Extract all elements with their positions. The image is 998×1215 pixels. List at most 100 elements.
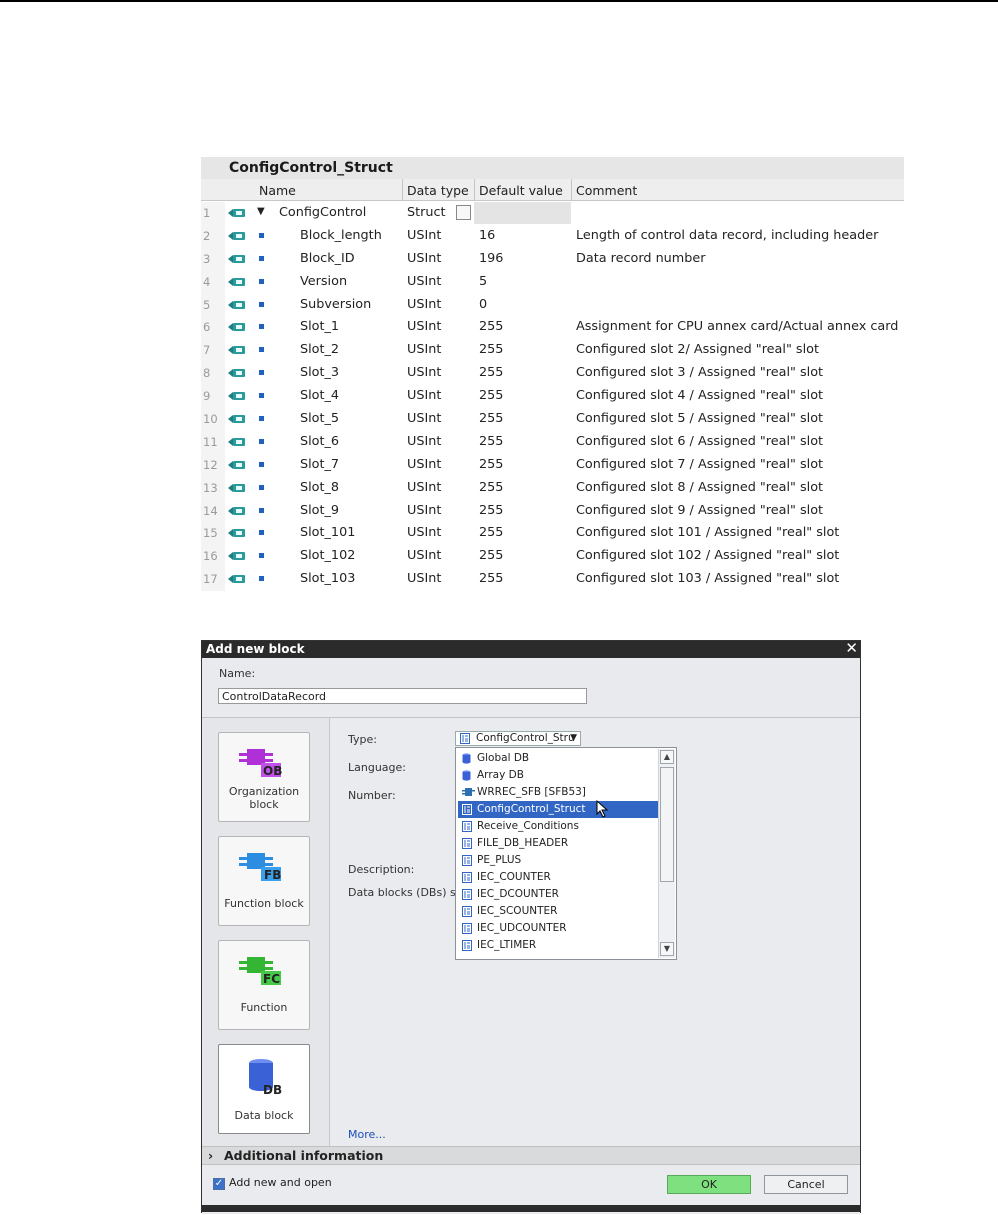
cell-default-value[interactable]: 255 xyxy=(479,525,503,540)
dropdown-item[interactable]: ConfigControl_Struct xyxy=(458,801,660,818)
dropdown-scrollbar[interactable]: ▲ ▼ xyxy=(658,749,675,958)
more-link[interactable]: More... xyxy=(348,1128,386,1141)
cancel-button[interactable]: Cancel xyxy=(764,1175,848,1194)
name-input[interactable]: ControlDataRecord xyxy=(218,688,587,704)
dropdown-item[interactable]: Receive_Conditions xyxy=(458,818,660,835)
table-row[interactable]: 1 ▼ ConfigControl Struct xyxy=(201,202,904,225)
dropdown-item[interactable]: IEC_COUNTER xyxy=(458,869,660,886)
cell-name[interactable]: Slot_8 xyxy=(300,480,339,495)
table-row[interactable]: 16 Slot_102 USInt 255 Configured slot 102 / … xyxy=(201,545,904,569)
scroll-down-icon[interactable]: ▼ xyxy=(660,942,674,956)
cell-data-type[interactable]: USInt xyxy=(407,228,441,243)
cell-comment[interactable]: Configured slot 103 / Assigned "real" sl… xyxy=(576,571,839,586)
cell-default-value[interactable]: 255 xyxy=(479,342,503,357)
dropdown-item[interactable]: WRREC_SFB [SFB53] xyxy=(458,784,660,801)
cell-default-value[interactable]: 255 xyxy=(479,457,503,472)
cell-comment[interactable]: Configured slot 2/ Assigned "real" slot xyxy=(576,342,819,357)
cell-name[interactable]: Slot_101 xyxy=(300,525,355,540)
function-block-button[interactable]: FB Function block xyxy=(218,836,310,926)
cell-comment[interactable]: Configured slot 3 / Assigned "real" slot xyxy=(576,365,823,380)
cell-data-type[interactable]: USInt xyxy=(407,319,441,334)
cell-data-type[interactable]: USInt xyxy=(407,480,441,495)
table-row[interactable]: 5 Subversion USInt 0 xyxy=(201,293,904,317)
data-block-button[interactable]: DB Data block xyxy=(218,1044,310,1134)
cell-name[interactable]: Slot_9 xyxy=(300,503,339,518)
cell-data-type[interactable]: Struct xyxy=(407,205,446,220)
table-row[interactable]: 4 Version USInt 5 xyxy=(201,270,904,294)
cell-default-value[interactable]: 255 xyxy=(479,319,503,334)
table-row[interactable]: 10 Slot_5 USInt 255 Configured slot 5 / Assi… xyxy=(201,408,904,431)
table-row[interactable]: 2 Block_length USInt 16 Length of control da… xyxy=(201,224,904,248)
cell-comment[interactable]: Configured slot 101 / Assigned "real" sl… xyxy=(576,525,839,540)
cell-comment[interactable]: Configured slot 7 / Assigned "real" slot xyxy=(576,457,823,472)
cell-data-type[interactable]: USInt xyxy=(407,457,441,472)
cell-comment[interactable]: Configured slot 8 / Assigned "real" slot xyxy=(576,480,823,495)
cell-default-value[interactable]: 16 xyxy=(479,228,495,243)
cell-comment[interactable]: Length of control data record, including… xyxy=(576,228,878,243)
cell-comment[interactable]: Configured slot 6 / Assigned "real" slot xyxy=(576,434,823,449)
cell-data-type[interactable]: USInt xyxy=(407,525,441,540)
table-row[interactable]: 7 Slot_2 USInt 255 Configured slot 2/ Assign… xyxy=(201,339,904,363)
cell-name[interactable]: Slot_6 xyxy=(300,434,339,449)
cell-default-value[interactable]: 255 xyxy=(479,388,503,403)
cell-comment[interactable]: Configured slot 102 / Assigned "real" sl… xyxy=(576,548,839,563)
table-row[interactable]: 11 Slot_6 USInt 255 Configured slot 6 / Assi… xyxy=(201,430,904,454)
dropdown-item[interactable]: IEC_LTIMER xyxy=(458,937,660,954)
cell-comment[interactable]: Configured slot 4 / Assigned "real" slot xyxy=(576,388,823,403)
cell-data-type[interactable]: USInt xyxy=(407,297,441,312)
add-and-open-checkbox[interactable]: ✓ xyxy=(213,1178,225,1190)
cell-data-type[interactable]: USInt xyxy=(407,388,441,403)
cell-data-type[interactable]: USInt xyxy=(407,434,441,449)
organization-block-button[interactable]: OB Organization block xyxy=(218,732,310,822)
cell-name[interactable]: Slot_3 xyxy=(300,365,339,380)
table-row[interactable]: 9 Slot_4 USInt 255 Configured slot 4 / Assig… xyxy=(201,385,904,409)
cell-default-value[interactable]: 255 xyxy=(479,503,503,518)
cell-name[interactable]: Block_ID xyxy=(300,251,355,266)
function-button[interactable]: FC Function xyxy=(218,940,310,1030)
close-icon[interactable]: ✕ xyxy=(845,640,858,657)
cell-name[interactable]: Slot_1 xyxy=(300,319,339,334)
cell-data-type[interactable]: USInt xyxy=(407,251,441,266)
cell-comment[interactable]: Configured slot 5 / Assigned "real" slot xyxy=(576,411,823,426)
cell-default-value[interactable]: 0 xyxy=(479,297,487,312)
col-name[interactable]: Name xyxy=(259,183,296,198)
cell-name[interactable]: Version xyxy=(300,274,347,289)
col-default-value[interactable]: Default value xyxy=(479,183,563,198)
ok-button[interactable]: OK xyxy=(667,1175,751,1194)
cell-default-value[interactable]: 196 xyxy=(479,251,503,266)
additional-information-toggle[interactable]: › Additional information xyxy=(202,1146,860,1165)
col-comment[interactable]: Comment xyxy=(576,183,637,198)
cell-default-value[interactable]: 255 xyxy=(479,365,503,380)
collapse-arrow-icon[interactable]: ▼ xyxy=(257,206,265,217)
cell-name[interactable]: Slot_102 xyxy=(300,548,355,563)
cell-default-value[interactable]: 255 xyxy=(479,434,503,449)
dropdown-item[interactable]: IEC_DCOUNTER xyxy=(458,886,660,903)
table-row[interactable]: 13 Slot_8 USInt 255 Configured slot 8 / Assi… xyxy=(201,476,904,500)
cell-default-value[interactable]: 5 xyxy=(479,274,487,289)
cell-default-value[interactable]: 255 xyxy=(479,480,503,495)
dropdown-item[interactable]: Array DB xyxy=(458,767,660,784)
cell-data-type[interactable]: USInt xyxy=(407,503,441,518)
cell-data-type[interactable]: USInt xyxy=(407,274,441,289)
cell-name[interactable]: Slot_2 xyxy=(300,342,339,357)
table-row[interactable]: 14 Slot_9 USInt 255 Configured slot 9 / Assi… xyxy=(201,499,904,523)
table-row[interactable]: 3 Block_ID USInt 196 Data record number xyxy=(201,247,904,271)
cell-name[interactable]: Slot_7 xyxy=(300,457,339,472)
table-row[interactable]: 12 Slot_7 USInt 255 Configured slot 7 / Assi… xyxy=(201,453,904,477)
cell-data-type[interactable]: USInt xyxy=(407,365,441,380)
scroll-thumb[interactable] xyxy=(660,767,674,882)
cell-comment[interactable]: Configured slot 9 / Assigned "real" slot xyxy=(576,503,823,518)
table-row[interactable]: 6 Slot_1 USInt 255 Assignment for CPU annex … xyxy=(201,316,904,340)
dropdown-item[interactable]: PE_PLUS xyxy=(458,852,660,869)
cell-name[interactable]: Slot_5 xyxy=(300,411,339,426)
table-row[interactable]: 8 Slot_3 USInt 255 Configured slot 3 / Assig… xyxy=(201,362,904,386)
cell-default-value[interactable]: 255 xyxy=(479,411,503,426)
type-select[interactable]: ConfigControl_Stru ▼ xyxy=(455,731,581,746)
cell-name[interactable]: Slot_4 xyxy=(300,388,339,403)
col-data-type[interactable]: Data type xyxy=(407,183,469,198)
cell-data-type[interactable]: USInt xyxy=(407,571,441,586)
table-row[interactable]: 15 Slot_101 USInt 255 Configured slot 101 / … xyxy=(201,522,904,546)
dropdown-item[interactable]: Global DB xyxy=(458,750,660,767)
cell-name[interactable]: Block_length xyxy=(300,228,382,243)
cell-comment[interactable]: Assignment for CPU annex card/Actual ann… xyxy=(576,319,898,334)
